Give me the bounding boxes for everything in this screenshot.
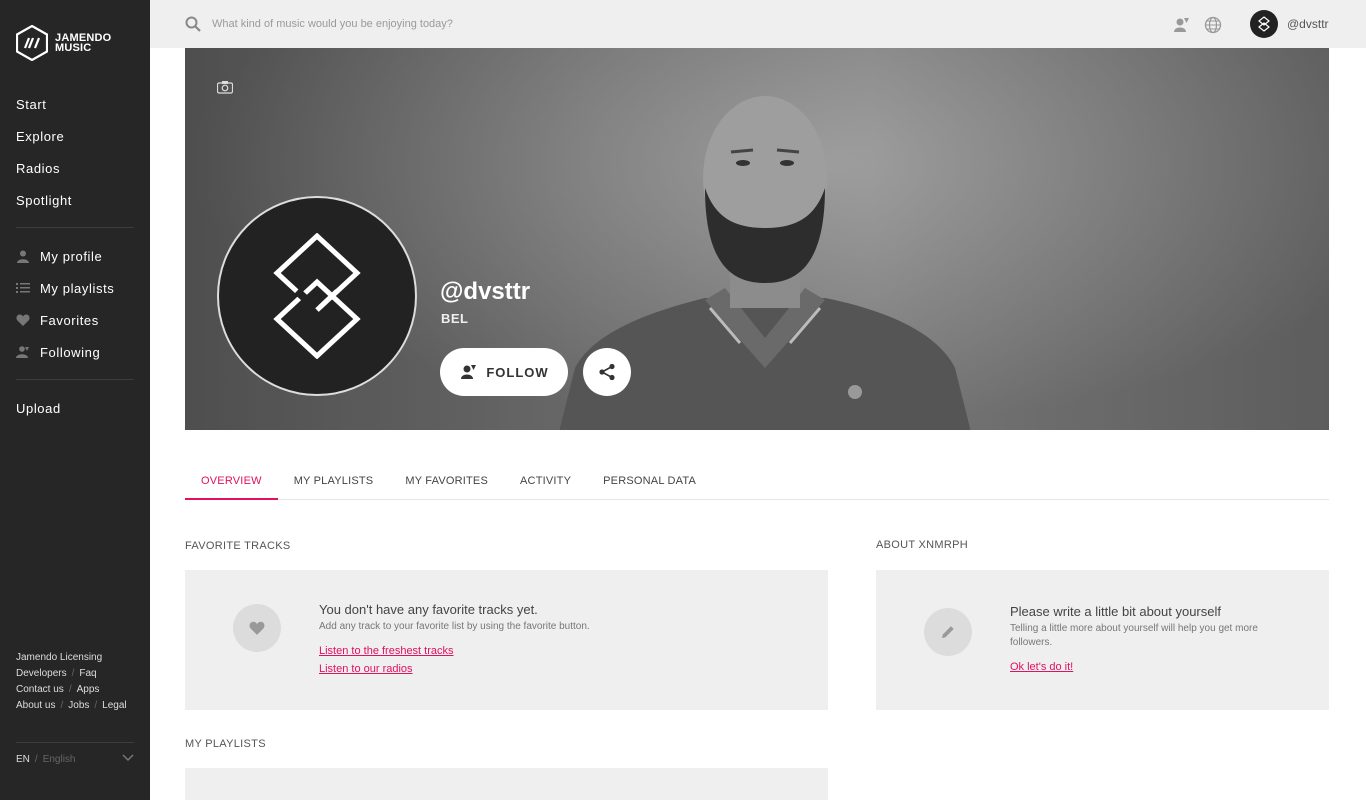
- link-faq[interactable]: Faq: [79, 668, 96, 679]
- follow-label: FOLLOW: [486, 364, 549, 380]
- favorite-tracks-headline: You don't have any favorite tracks yet.: [319, 602, 538, 617]
- link-freshest-tracks[interactable]: Listen to the freshest tracks: [319, 645, 454, 657]
- following-icon: [16, 345, 30, 359]
- profile-handle: @dvsttr: [440, 278, 531, 305]
- topbar: @dvsttr: [150, 0, 1366, 48]
- sidebar-divider: [16, 227, 134, 228]
- playlist-icon: [16, 281, 30, 295]
- about-headline: Please write a little bit about yourself: [1010, 604, 1221, 619]
- sidebar-item-upload[interactable]: Upload: [16, 392, 134, 424]
- sidebar-item-label: Radios: [16, 160, 61, 176]
- jamendo-logo-icon: [16, 25, 48, 61]
- language-code: EN: [16, 754, 30, 765]
- sidebar-item-label: My profile: [40, 248, 103, 264]
- chevron-down-icon: [122, 754, 134, 765]
- sidebar: JAMENDO MUSIC Start Explore Radios Spotl…: [0, 0, 150, 800]
- sidebar-footer-links: Jamendo Licensing Developers / Faq Contact…: [16, 652, 127, 711]
- follow-button[interactable]: FOLLOW: [440, 348, 568, 396]
- about-panel: Please write a little bit about yourself…: [876, 570, 1329, 710]
- favorite-tracks-sub: Add any track to your favorite list by u…: [319, 621, 590, 632]
- sidebar-item-label: Spotlight: [16, 192, 72, 208]
- link-legal[interactable]: Legal: [102, 700, 126, 711]
- link-apps[interactable]: Apps: [77, 684, 100, 695]
- sidebar-item-radios[interactable]: Radios: [16, 152, 134, 184]
- sidebar-item-my-playlists[interactable]: My playlists: [16, 272, 134, 304]
- link-our-radios[interactable]: Listen to our radios: [319, 663, 413, 675]
- profile-tabs: OVERVIEW MY PLAYLISTS MY FAVORITES ACTIV…: [185, 465, 1329, 500]
- profile-cover: @dvsttr BEL FOLLOW: [185, 48, 1329, 430]
- heart-icon: [249, 621, 265, 635]
- about-title: ABOUT XNMRPH: [876, 539, 969, 551]
- sidebar-item-label: Upload: [16, 400, 61, 416]
- user-icon: [16, 249, 30, 263]
- share-button[interactable]: [583, 348, 631, 396]
- link-licensing[interactable]: Jamendo Licensing: [16, 652, 102, 663]
- jamendo-logo[interactable]: JAMENDO MUSIC: [16, 25, 111, 61]
- profile-logo-icon: [273, 233, 361, 359]
- sidebar-item-label: Favorites: [40, 312, 99, 328]
- search-icon[interactable]: [185, 16, 201, 32]
- camera-icon[interactable]: [217, 80, 233, 94]
- pencil-icon-circle: [924, 608, 972, 656]
- favorite-tracks-title: FAVORITE TRACKS: [185, 540, 291, 552]
- link-about[interactable]: About us: [16, 700, 55, 711]
- heart-icon-circle: [233, 604, 281, 652]
- about-sub: Telling a little more about yourself wil…: [1010, 623, 1258, 648]
- sidebar-divider: [16, 742, 134, 743]
- sidebar-item-favorites[interactable]: Favorites: [16, 304, 134, 336]
- sidebar-item-label: Explore: [16, 128, 65, 144]
- sidebar-item-explore[interactable]: Explore: [16, 120, 134, 152]
- my-playlists-panel: [185, 768, 828, 800]
- sidebar-item-label: Start: [16, 96, 47, 112]
- link-write-about[interactable]: Ok let's do it!: [1010, 661, 1073, 673]
- my-playlists-title: MY PLAYLISTS: [185, 738, 266, 750]
- tab-activity[interactable]: ACTIVITY: [504, 465, 587, 500]
- logo-line2: MUSIC: [55, 42, 92, 54]
- sidebar-item-label: Following: [40, 344, 101, 360]
- profile-country: BEL: [441, 311, 469, 326]
- follow-icon: [461, 365, 477, 379]
- tab-overview[interactable]: OVERVIEW: [185, 465, 278, 500]
- globe-icon[interactable]: [1204, 16, 1222, 34]
- sidebar-item-spotlight[interactable]: Spotlight: [16, 184, 134, 216]
- tab-my-playlists[interactable]: MY PLAYLISTS: [278, 465, 390, 500]
- tab-my-favorites[interactable]: MY FAVORITES: [389, 465, 504, 500]
- favorite-tracks-panel: You don't have any favorite tracks yet. …: [185, 570, 828, 710]
- sidebar-item-label: My playlists: [40, 280, 115, 296]
- sidebar-divider: [16, 379, 134, 380]
- sidebar-item-start[interactable]: Start: [16, 88, 134, 120]
- share-icon: [599, 363, 615, 381]
- pencil-icon: [942, 626, 954, 638]
- user-logo-icon: [1258, 16, 1270, 32]
- sidebar-item-my-profile[interactable]: My profile: [16, 240, 134, 272]
- following-icon[interactable]: [1172, 16, 1190, 34]
- search-input[interactable]: [212, 14, 812, 34]
- link-developers[interactable]: Developers: [16, 668, 67, 679]
- link-jobs[interactable]: Jobs: [68, 700, 89, 711]
- avatar[interactable]: [1250, 10, 1278, 38]
- topbar-username[interactable]: @dvsttr: [1287, 17, 1329, 31]
- tab-personal-data[interactable]: PERSONAL DATA: [587, 465, 712, 500]
- language-name: English: [42, 754, 76, 765]
- language-select[interactable]: EN / English: [16, 754, 134, 765]
- sidebar-item-following[interactable]: Following: [16, 336, 134, 368]
- heart-icon: [16, 313, 30, 327]
- link-contact[interactable]: Contact us: [16, 684, 64, 695]
- profile-avatar[interactable]: [217, 196, 417, 396]
- sidebar-nav: Start Explore Radios Spotlight My profil…: [16, 88, 134, 424]
